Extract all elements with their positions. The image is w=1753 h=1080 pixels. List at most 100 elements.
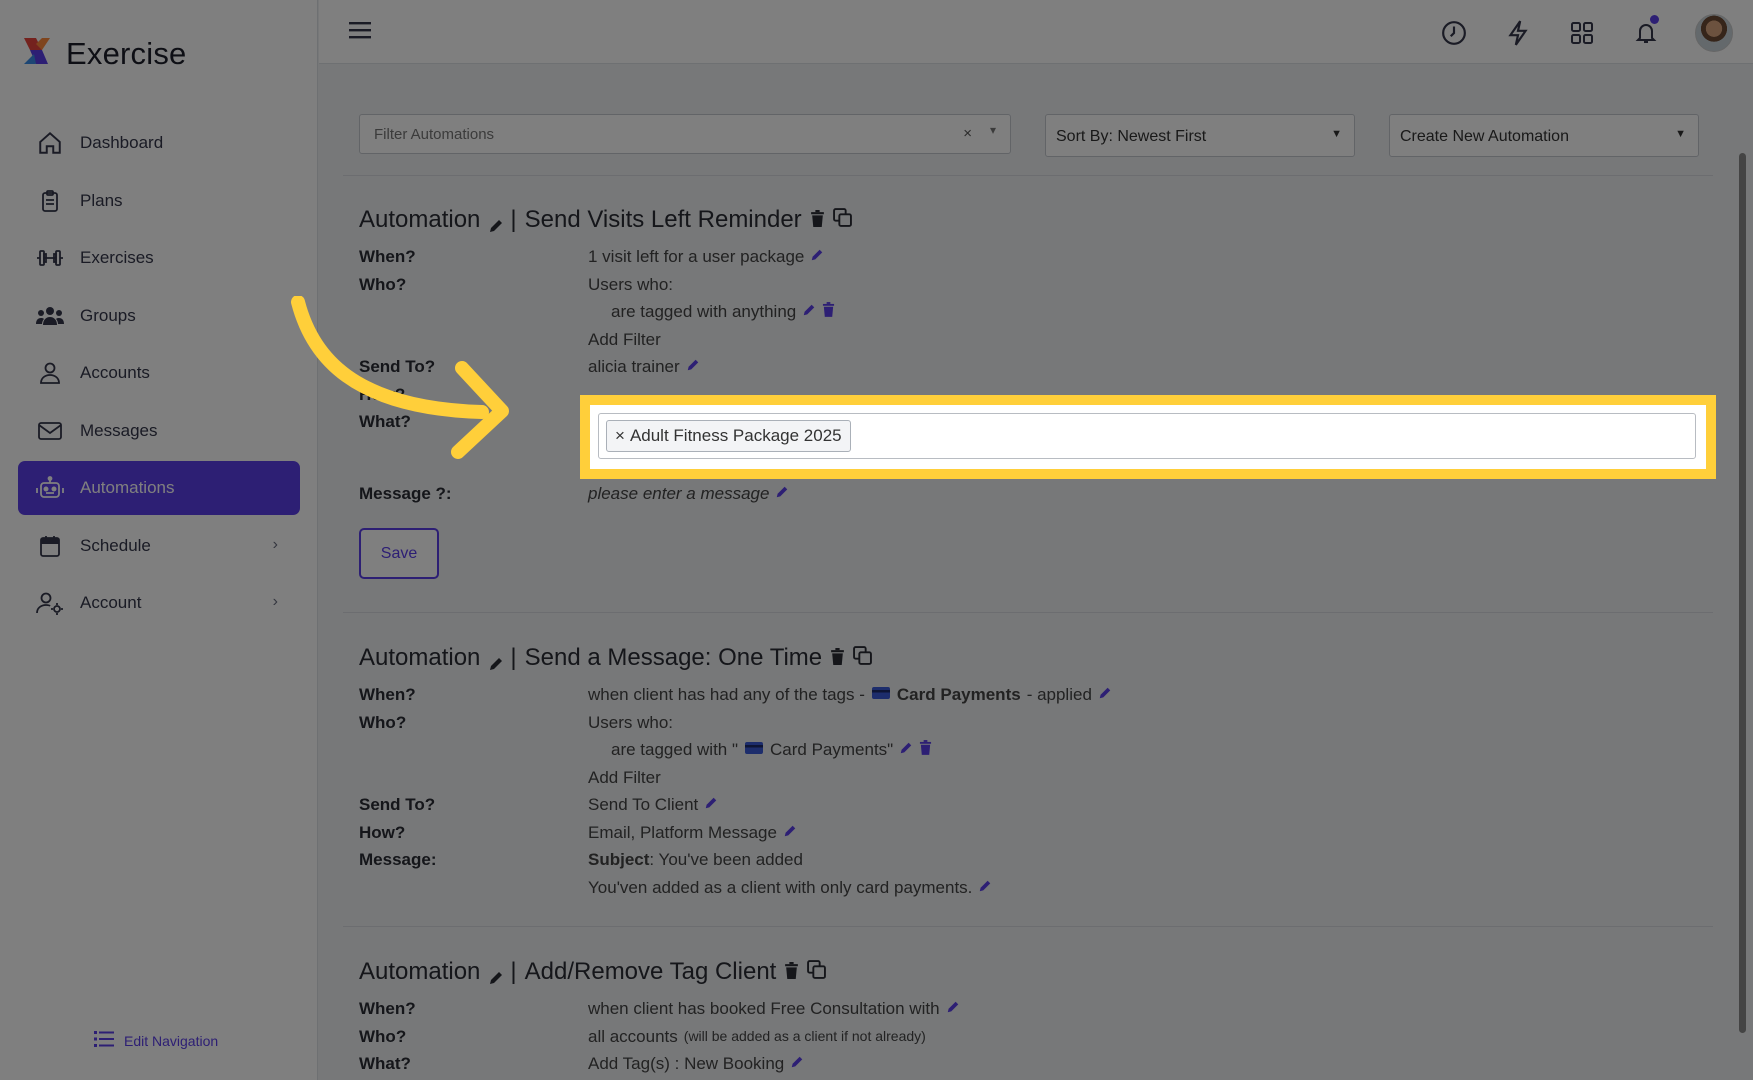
clock-icon[interactable] [1439, 17, 1469, 49]
automation-prefix: Automation [359, 644, 481, 671]
when-row: When? when client has booked Free Consult… [359, 995, 1719, 1023]
edit-pencil-icon[interactable] [790, 1050, 804, 1078]
message-body-row: You'ven added as a client with only card… [359, 874, 1719, 902]
filter-automations-input[interactable]: Filter Automations × ▾ [359, 114, 1011, 154]
user-gear-icon [34, 587, 66, 619]
sidebar-item-account[interactable]: Account › [18, 576, 300, 630]
trash-icon[interactable] [822, 298, 835, 326]
message-label: Message ?: [359, 484, 452, 503]
caret-down-icon[interactable]: ▾ [990, 123, 996, 137]
edit-pencil-icon[interactable] [946, 995, 960, 1023]
automation-name: Send Visits Left Reminder [524, 206, 802, 233]
automation-title: Automation | Add/Remove Tag Client [359, 956, 1719, 988]
how-value: Email, Platform Message [588, 822, 777, 842]
divider [343, 175, 1713, 176]
send-to-row: Send To? alicia trainer [359, 353, 1719, 381]
add-filter-link[interactable]: Add Filter [588, 326, 661, 354]
scrollbar-thumb[interactable] [1739, 153, 1746, 1033]
trash-icon[interactable] [810, 206, 825, 234]
who-tag: Card Payments" [770, 740, 894, 759]
automation-title: Automation | Send a Message: One Time [359, 642, 1719, 674]
remove-tag-icon[interactable]: × [615, 426, 625, 446]
subject-label: Subject [588, 850, 650, 869]
sidebar-item-exercises[interactable]: Exercises [18, 231, 300, 285]
sidebar-item-label: Plans [80, 190, 123, 210]
message-value: please enter a message [588, 484, 770, 503]
edit-pencil-icon[interactable] [802, 298, 816, 326]
trash-icon[interactable] [784, 958, 799, 986]
who-label: Who? [359, 274, 407, 294]
selected-tag-chip[interactable]: × Adult Fitness Package 2025 [606, 420, 851, 452]
what-value: Add Tag(s) : New Booking [588, 1054, 785, 1073]
who-note: (will be added as a client if not alread… [683, 1027, 926, 1044]
send-to-value: alicia trainer [588, 357, 680, 376]
automation-name: Send a Message: One Time [524, 644, 823, 671]
sidebar-item-accounts[interactable]: Accounts [18, 346, 300, 400]
sidebar-item-schedule[interactable]: Schedule › [18, 519, 300, 573]
grid-icon[interactable] [1567, 17, 1597, 49]
scrollbar[interactable] [1737, 68, 1751, 1080]
sidebar-item-label: Automations [80, 478, 175, 497]
what-tag-input[interactable]: × Adult Fitness Package 2025 [598, 413, 1696, 459]
clear-filter-icon[interactable]: × [963, 125, 972, 142]
sidebar-item-label: Exercises [80, 248, 154, 267]
edit-pencil-icon[interactable] [1098, 681, 1112, 709]
sidebar-item-plans[interactable]: Plans [18, 174, 300, 228]
add-filter-row: Add Filter [359, 764, 1719, 792]
sidebar-item-label: Dashboard [80, 133, 164, 152]
create-automation-select[interactable]: Create New Automation ▼ [1389, 114, 1699, 157]
sidebar-item-label: Account [80, 593, 142, 612]
sort-select[interactable]: Sort By: Newest First ▼ [1045, 114, 1355, 157]
sidebar-item-dashboard[interactable]: Dashboard [18, 116, 300, 170]
send-to-value: Send To Client [588, 795, 699, 814]
sidebar-item-groups[interactable]: Groups [18, 289, 300, 343]
copy-icon[interactable] [832, 206, 852, 234]
trash-icon[interactable] [919, 736, 932, 764]
when-value: 1 visit left for a user package [588, 247, 805, 266]
title-separator: | [510, 206, 517, 233]
pencil-icon[interactable] [488, 213, 503, 232]
guide-arrow-icon [291, 296, 509, 459]
pencil-icon[interactable] [488, 651, 503, 670]
edit-pencil-icon[interactable] [783, 819, 797, 847]
when-label: When? [359, 685, 416, 704]
when-label: When? [359, 247, 416, 266]
avatar[interactable] [1695, 14, 1733, 52]
edit-navigation-link[interactable]: Edit Navigation [94, 1030, 218, 1051]
credit-card-icon [744, 736, 764, 764]
copy-icon[interactable] [807, 958, 827, 986]
trash-icon[interactable] [830, 644, 845, 672]
who-row: Who? Users who: [359, 709, 1719, 737]
add-filter-link[interactable]: Add Filter [588, 764, 661, 792]
who-detail-row: are tagged with anything [359, 298, 1719, 326]
logo-icon [20, 34, 56, 75]
caret-down-icon: ▼ [1331, 128, 1342, 140]
save-button[interactable]: Save [359, 527, 439, 579]
bolt-icon[interactable] [1503, 17, 1533, 49]
copy-icon[interactable] [853, 644, 873, 672]
when-row: When? 1 visit left for a user package [359, 243, 1719, 271]
how-label: How? [359, 822, 406, 842]
edit-pencil-icon[interactable] [775, 480, 789, 508]
when-tag: Card Payments [896, 685, 1021, 704]
edit-pencil-icon[interactable] [810, 243, 824, 271]
bell-icon[interactable] [1631, 15, 1661, 49]
add-filter-row: Add Filter [359, 326, 1719, 354]
sidebar-item-label: Messages [80, 420, 158, 440]
edit-pencil-icon[interactable] [704, 791, 718, 819]
who-detail: are tagged with " [611, 740, 739, 759]
chevron-right-icon: › [272, 535, 278, 553]
send-to-label: Send To? [359, 795, 436, 814]
brand[interactable]: Exercise [20, 34, 186, 74]
sidebar-item-automations[interactable]: Automations [18, 461, 300, 515]
edit-pencil-icon[interactable] [978, 874, 992, 902]
sidebar-item-messages[interactable]: Messages [18, 404, 300, 458]
hamburger-menu-icon[interactable] [349, 20, 371, 45]
title-separator: | [510, 958, 517, 985]
edit-pencil-icon[interactable] [899, 736, 913, 764]
edit-pencil-icon[interactable] [686, 353, 700, 381]
dumbbell-icon [34, 242, 66, 274]
what-row: What? Add Tag(s) : New Booking [359, 1050, 1719, 1078]
pencil-icon[interactable] [488, 965, 503, 984]
main-content: Filter Automations × ▾ Sort By: Newest F… [319, 65, 1734, 1080]
